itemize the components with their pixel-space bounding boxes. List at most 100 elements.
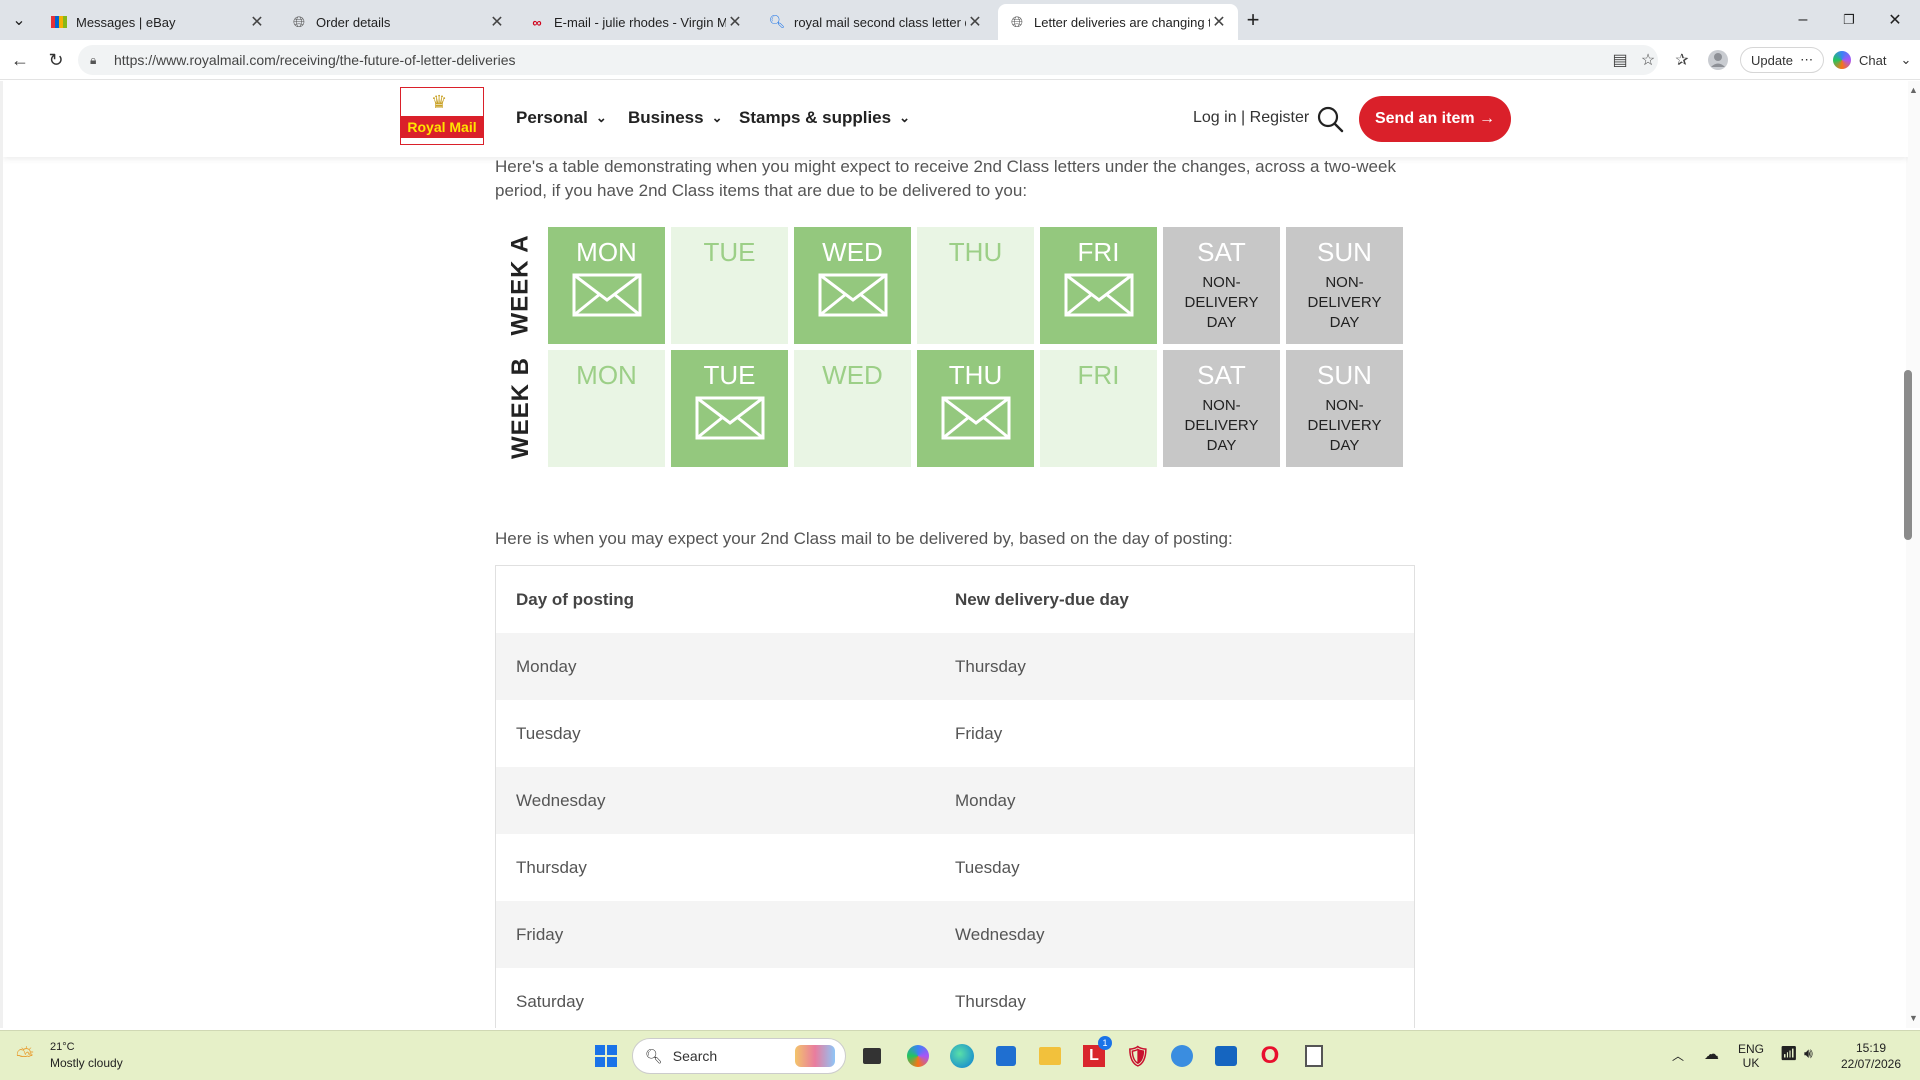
volume-icon[interactable]: 🔊︎ <box>1804 1045 1813 1062</box>
week-label-text: WEEK B <box>507 357 534 459</box>
envelope-icon <box>941 396 1010 440</box>
weather-temp: 21°C <box>50 1041 75 1053</box>
virgin-media-icon: ∞ <box>532 14 542 30</box>
scrollbar-thumb[interactable] <box>1904 370 1912 540</box>
calendar-day-non-delivery: SAT NON- DELIVERY DAY <box>1163 227 1280 344</box>
restore-button[interactable]: ❐ <box>1826 6 1872 34</box>
nav-personal[interactable]: Personal ⌄ <box>516 108 607 128</box>
mcafee-icon[interactable]: 🛡︎ <box>1122 1040 1154 1072</box>
header-delivery-due-day: New delivery-due day <box>955 589 1129 609</box>
site-header: ♛ Royal Mail Personal ⌄ Business ⌄ Stamps … <box>3 81 1908 157</box>
page-scrollbar[interactable]: ▲ ▼ <box>1906 81 1920 1028</box>
non-delivery-text-line: NON- <box>1202 274 1241 291</box>
day-name: FRI <box>1077 237 1120 267</box>
refresh-icon[interactable]: ↻ <box>42 46 70 74</box>
non-delivery-text-line: NON- <box>1325 397 1364 414</box>
copilot-icon[interactable] <box>902 1040 934 1072</box>
table-row: Wednesday Monday <box>496 767 1414 834</box>
browser-tab-strip: ⌄ Messages | eBay ✕ 🌐︎ Order details ✕ ∞ E-mai… <box>0 0 1920 40</box>
search-icon: 🔍︎ <box>645 1047 663 1064</box>
close-window-button[interactable]: ✕ <box>1872 6 1918 34</box>
windows-start-icon[interactable] <box>590 1040 622 1072</box>
non-delivery-day-text: NON- DELIVERY DAY <box>1286 396 1403 456</box>
copilot-icon <box>1833 51 1851 69</box>
wifi-icon[interactable]: 📶︎ <box>1780 1045 1798 1062</box>
scroll-up-icon[interactable]: ▲ <box>1909 85 1918 95</box>
delivery-day-cell: Friday <box>955 723 1003 743</box>
task-view-icon[interactable] <box>856 1040 888 1072</box>
close-tab-icon[interactable]: ✕ <box>966 12 984 32</box>
browser-tab[interactable]: 🌐︎ Letter deliveries are changing to d✕ <box>998 4 1238 40</box>
scroll-down-icon[interactable]: ▼ <box>1909 1013 1918 1023</box>
logo-text: Royal Mail <box>401 116 483 138</box>
close-tab-icon[interactable]: ✕ <box>248 12 266 32</box>
back-arrow-icon[interactable]: ← <box>6 46 34 74</box>
non-delivery-text-line: DELIVERY <box>1307 294 1382 311</box>
clock[interactable]: 15:19 22/07/2026 <box>1836 1041 1906 1071</box>
header-day-of-posting: Day of posting <box>516 589 635 609</box>
calendar-day-none: WED <box>794 350 911 467</box>
day-name: MON <box>576 360 637 390</box>
edge-browser-icon[interactable] <box>946 1040 978 1072</box>
calendar-day-delivery: WED <box>794 227 911 344</box>
browser-tab[interactable]: 🌐︎ Order details ✕ <box>280 4 516 40</box>
tab-list-chevron-icon[interactable]: ⌄ <box>0 6 38 34</box>
cloudy-weather-icon: ⛅︎ <box>16 1043 34 1068</box>
delivery-day-cell: Tuesday <box>955 857 1020 877</box>
calendar-day-delivery: MON <box>548 227 665 344</box>
chevron-down-icon: ⌄ <box>899 110 911 125</box>
taskbar-search-box[interactable]: 🔍︎ Search <box>632 1038 846 1074</box>
onedrive-icon[interactable] <box>1166 1040 1198 1072</box>
store-icon[interactable] <box>990 1040 1022 1072</box>
send-an-item-button[interactable]: Send an item → <box>1359 96 1511 142</box>
reader-view-icon[interactable]: ▤ <box>1608 48 1632 72</box>
file-explorer-icon[interactable] <box>1034 1040 1066 1072</box>
close-tab-icon[interactable]: ✕ <box>488 12 506 32</box>
update-button[interactable]: Update ⋯ <box>1740 47 1825 73</box>
chevron-down-icon: ⌄ <box>711 110 723 125</box>
mail-app-icon[interactable]: L 1 <box>1078 1036 1112 1072</box>
delivery-day-cell: Monday <box>955 790 1016 810</box>
nav-label: Personal <box>516 108 588 127</box>
envelope-icon <box>695 396 764 440</box>
favorite-star-icon[interactable]: ☆ <box>1636 48 1660 72</box>
day-name: SUN <box>1317 237 1372 267</box>
delivery-due-table: Day of posting New delivery-due day Mond… <box>495 565 1415 1028</box>
update-label: Update <box>1751 52 1793 68</box>
browser-tab[interactable]: 🔍︎ royal mail second class letter deliv✕ <box>758 4 994 40</box>
globe-icon: 🌐︎ <box>1010 13 1023 31</box>
favorites-icon[interactable]: ✰ <box>1670 48 1694 72</box>
opera-icon[interactable]: O <box>1254 1040 1286 1072</box>
minimize-button[interactable]: – <box>1780 6 1826 34</box>
non-delivery-day-text: NON- DELIVERY DAY <box>1163 273 1280 333</box>
tab-label: Order details <box>316 14 391 30</box>
crown-icon: ♛ <box>431 92 448 112</box>
close-tab-icon[interactable]: ✕ <box>726 12 744 32</box>
nav-stamps-supplies[interactable]: Stamps & supplies ⌄ <box>739 108 910 128</box>
day-name: TUE <box>703 360 756 390</box>
outlook-icon[interactable] <box>1210 1040 1242 1072</box>
copilot-chat-button[interactable]: Chat ⌄ <box>1825 47 1919 73</box>
close-tab-icon[interactable]: ✕ <box>1210 12 1228 32</box>
new-tab-button[interactable]: + <box>1233 6 1273 34</box>
address-bar[interactable]: 🔒︎ https://www.royalmail.com/receiving/t… <box>78 45 1658 75</box>
royal-mail-logo[interactable]: ♛ Royal Mail <box>400 87 484 145</box>
non-delivery-text-line: DELIVERY <box>1184 294 1259 311</box>
browser-tab[interactable]: Messages | eBay ✕ <box>40 4 276 40</box>
nav-business[interactable]: Business ⌄ <box>628 108 723 128</box>
browser-tab[interactable]: ∞ E-mail - julie rhodes - Virgin Medi✕ <box>518 4 754 40</box>
login-register-link[interactable]: Log in | Register <box>1193 109 1309 127</box>
non-delivery-day-text: NON- DELIVERY DAY <box>1286 273 1403 333</box>
site-info-icon[interactable]: 🔒︎ <box>90 53 104 68</box>
search-icon[interactable] <box>1315 104 1345 134</box>
profile-avatar[interactable] <box>1706 48 1730 72</box>
language-indicator[interactable]: ENG UK <box>1738 1042 1764 1070</box>
envelope-icon <box>818 273 887 317</box>
table-row: Monday Thursday <box>496 633 1414 700</box>
non-delivery-text-line: DELIVERY <box>1307 417 1382 434</box>
tab-label: Letter deliveries are changing to d <box>1034 14 1210 30</box>
notepad-icon[interactable] <box>1298 1040 1330 1072</box>
show-hidden-icons-chevron-icon[interactable]: ︿ <box>1672 1047 1684 1064</box>
day-name: WED <box>822 237 883 267</box>
onedrive-tray-icon[interactable]: ☁︎ <box>1704 1045 1719 1063</box>
